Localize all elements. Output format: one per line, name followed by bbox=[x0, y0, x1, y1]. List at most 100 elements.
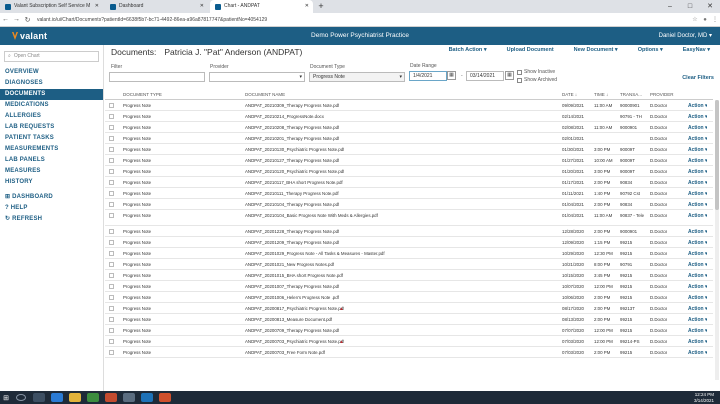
row-checkbox[interactable] bbox=[109, 273, 114, 278]
col-date[interactable]: DATE ↓ bbox=[562, 92, 577, 97]
browser-tab[interactable]: Valant Subscription Self Service M ✕ bbox=[0, 0, 103, 13]
cell-name[interactable]: ANDPAT_20201007_Therapy Progress Note.pd… bbox=[245, 284, 339, 289]
cell-name[interactable]: ANDPAT_20201015_BHA short Progress Note.… bbox=[245, 273, 343, 278]
table-row[interactable]: Progress Note ANDPAT_20210201_Therapy Pro… bbox=[105, 133, 713, 144]
show-archived-checkbox[interactable]: Show Archived bbox=[517, 77, 557, 83]
col-document-type[interactable]: DOCUMENT TYPE bbox=[123, 92, 162, 97]
table-row[interactable]: Progress Note ANDPAT_20200817_Psychiatric… bbox=[105, 303, 713, 314]
forward-icon[interactable]: → bbox=[11, 16, 22, 23]
row-checkbox[interactable] bbox=[109, 350, 114, 355]
cell-name[interactable]: ANDPAT_20200703_Free Form Note.pdf bbox=[245, 350, 325, 355]
row-action-button[interactable]: Action ▾ bbox=[688, 114, 707, 120]
table-row[interactable]: Progress Note ANDPAT_20210104_Basic Progr… bbox=[105, 210, 713, 226]
batch-action-button[interactable]: Batch Action ▾ bbox=[449, 47, 487, 53]
row-checkbox[interactable] bbox=[109, 125, 114, 130]
row-checkbox[interactable] bbox=[109, 262, 114, 267]
cell-name[interactable]: ANDPAT_20201021_New Progress Notes.pdf bbox=[245, 262, 334, 267]
checkbox-box[interactable] bbox=[517, 69, 522, 75]
cell-name[interactable]: ANDPAT_20201029_Progress Note - All Task… bbox=[245, 251, 385, 256]
sidebar-item-measurements[interactable]: MEASUREMENTS bbox=[0, 144, 103, 155]
row-action-button[interactable]: Action ▾ bbox=[688, 158, 707, 164]
cell-name[interactable]: ANDPAT_20210208_Therapy Progress Note.pd… bbox=[245, 125, 339, 130]
row-checkbox[interactable] bbox=[109, 213, 114, 218]
date-to-input[interactable]: 03/14/2021 bbox=[466, 71, 504, 81]
sidebar-item-lab-requests[interactable]: LAB REQUESTS bbox=[0, 122, 103, 133]
table-row[interactable]: Progress Note ANDPAT_20210120_Psychiatric… bbox=[105, 166, 713, 177]
row-action-button[interactable]: Action ▾ bbox=[688, 339, 707, 345]
row-checkbox[interactable] bbox=[109, 229, 114, 234]
table-row[interactable]: Progress Note ANDPAT_20210309_Therapy Pro… bbox=[105, 100, 713, 111]
table-row[interactable]: Progress Note ANDPAT_20200813_Measure Doc… bbox=[105, 314, 713, 325]
row-action-button[interactable]: Action ▾ bbox=[688, 180, 707, 186]
upload-document-button[interactable]: Upload Document bbox=[507, 47, 554, 53]
table-row[interactable]: Progress Note ANDPAT_20201029_Progress No… bbox=[105, 248, 713, 259]
new-tab-button[interactable]: + bbox=[315, 0, 327, 13]
app-icon[interactable] bbox=[105, 393, 117, 402]
back-icon[interactable]: ← bbox=[0, 16, 11, 23]
row-action-button[interactable]: Action ▾ bbox=[688, 229, 707, 235]
vertical-scrollbar[interactable] bbox=[715, 100, 719, 380]
cell-name[interactable]: ANDPAT_20201209_Therapy Progress Note.pd… bbox=[245, 240, 339, 245]
minimize-icon[interactable]: – bbox=[660, 0, 680, 13]
close-tab-icon[interactable]: ✕ bbox=[200, 0, 204, 13]
sidebar-item-medications[interactable]: MEDICATIONS bbox=[0, 100, 103, 111]
row-checkbox[interactable] bbox=[109, 147, 114, 152]
app-icon[interactable] bbox=[123, 393, 135, 402]
maximize-icon[interactable]: □ bbox=[680, 0, 700, 13]
row-action-button[interactable]: Action ▾ bbox=[688, 103, 707, 109]
table-row[interactable]: Progress Note ANDPAT_20200703_Free Form N… bbox=[105, 347, 713, 358]
system-clock[interactable]: 12:24 PM 3/14/2021 bbox=[694, 392, 714, 403]
scrollbar-thumb[interactable] bbox=[715, 100, 719, 210]
cell-name[interactable]: ANDPAT_20200703_Psychiatric Progress Not… bbox=[245, 339, 344, 344]
sidebar-item-lab-panels[interactable]: LAB PANELS bbox=[0, 155, 103, 166]
open-chart-search[interactable]: ⌕ Open Chart bbox=[4, 51, 99, 62]
address-bar[interactable]: valant.io/ui/Chart/Documents?patientId=6… bbox=[37, 17, 690, 23]
row-action-button[interactable]: Action ▾ bbox=[688, 240, 707, 246]
table-row[interactable]: Progress Note ANDPAT_20210130_Psychiatric… bbox=[105, 144, 713, 155]
row-action-button[interactable]: Action ▾ bbox=[688, 191, 707, 197]
provider-select[interactable]: ▾ bbox=[209, 72, 305, 82]
edge-icon[interactable] bbox=[51, 393, 63, 402]
row-action-button[interactable]: Action ▾ bbox=[688, 273, 707, 279]
star-icon[interactable]: ☆ bbox=[690, 16, 700, 23]
cell-name[interactable]: ANDPAT_20200709_Therapy Progress Note.pd… bbox=[245, 328, 339, 333]
table-row[interactable]: Progress Note ANDPAT_20201006_Helen's Pro… bbox=[105, 292, 713, 303]
cell-name[interactable]: ANDPAT_20210201_Therapy Progress Note.pd… bbox=[245, 136, 339, 141]
browser-tab[interactable]: Chart - ANDPAT ✕ bbox=[210, 0, 313, 13]
col-time[interactable]: TIME ↓ bbox=[594, 92, 608, 97]
row-action-button[interactable]: Action ▾ bbox=[688, 169, 707, 175]
close-tab-icon[interactable]: ✕ bbox=[95, 0, 99, 13]
sidebar-item-documents[interactable]: DOCUMENTS bbox=[0, 89, 103, 100]
row-action-button[interactable]: Action ▾ bbox=[688, 328, 707, 334]
row-action-button[interactable]: Action ▾ bbox=[688, 317, 707, 323]
table-row[interactable]: Progress Note ANDPAT_20201015_BHA short P… bbox=[105, 270, 713, 281]
cell-name[interactable]: ANDPAT_20210117_BHA short Progress Note.… bbox=[245, 180, 343, 185]
row-action-button[interactable]: Action ▾ bbox=[688, 202, 707, 208]
menu-kebab-icon[interactable]: ⋮ bbox=[710, 16, 720, 23]
row-checkbox[interactable] bbox=[109, 339, 114, 344]
cell-name[interactable]: ANDPAT_20201006_Helen's Progress Note .p… bbox=[245, 295, 339, 300]
sidebar-item-allergies[interactable]: ALLERGIES bbox=[0, 111, 103, 122]
filter-input[interactable] bbox=[109, 72, 205, 82]
row-checkbox[interactable] bbox=[109, 295, 114, 300]
close-tab-icon[interactable]: ✕ bbox=[305, 0, 309, 13]
table-row[interactable]: Progress Note ANDPAT_20201021_New Progres… bbox=[105, 259, 713, 270]
table-row[interactable]: Progress Note ANDPAT_20210214_ProgressNot… bbox=[105, 111, 713, 122]
cell-name[interactable]: ANDPAT_20210309_Therapy Progress Note.pd… bbox=[245, 103, 339, 108]
sidebar-item-measures[interactable]: MEASURES bbox=[0, 166, 103, 177]
table-row[interactable]: Progress Note ANDPAT_20201007_Therapy Pro… bbox=[105, 281, 713, 292]
table-row[interactable]: Progress Note ANDPAT_20210104_Therapy Pro… bbox=[105, 199, 713, 210]
cell-name[interactable]: ANDPAT_20210111_Therapy Progress Note.pd… bbox=[245, 191, 339, 196]
cell-name[interactable]: ANDPAT_20210127_Therapy Progress Note.pd… bbox=[245, 158, 339, 163]
row-checkbox[interactable] bbox=[109, 328, 114, 333]
clear-filters-button[interactable]: Clear Filters bbox=[682, 75, 714, 81]
date-from-input[interactable]: 1/4/2021 bbox=[409, 71, 447, 81]
col-document-name[interactable]: DOCUMENT NAME bbox=[245, 92, 285, 97]
row-checkbox[interactable] bbox=[109, 202, 114, 207]
table-row[interactable]: Progress Note ANDPAT_20210117_BHA short P… bbox=[105, 177, 713, 188]
options-button[interactable]: Options ▾ bbox=[638, 47, 663, 53]
col-provider[interactable]: PROVIDER bbox=[650, 92, 674, 97]
table-row[interactable]: Progress Note ANDPAT_20210208_Therapy Pro… bbox=[105, 122, 713, 133]
calendar-icon[interactable]: ▦ bbox=[505, 71, 514, 80]
row-action-button[interactable]: Action ▾ bbox=[688, 295, 707, 301]
